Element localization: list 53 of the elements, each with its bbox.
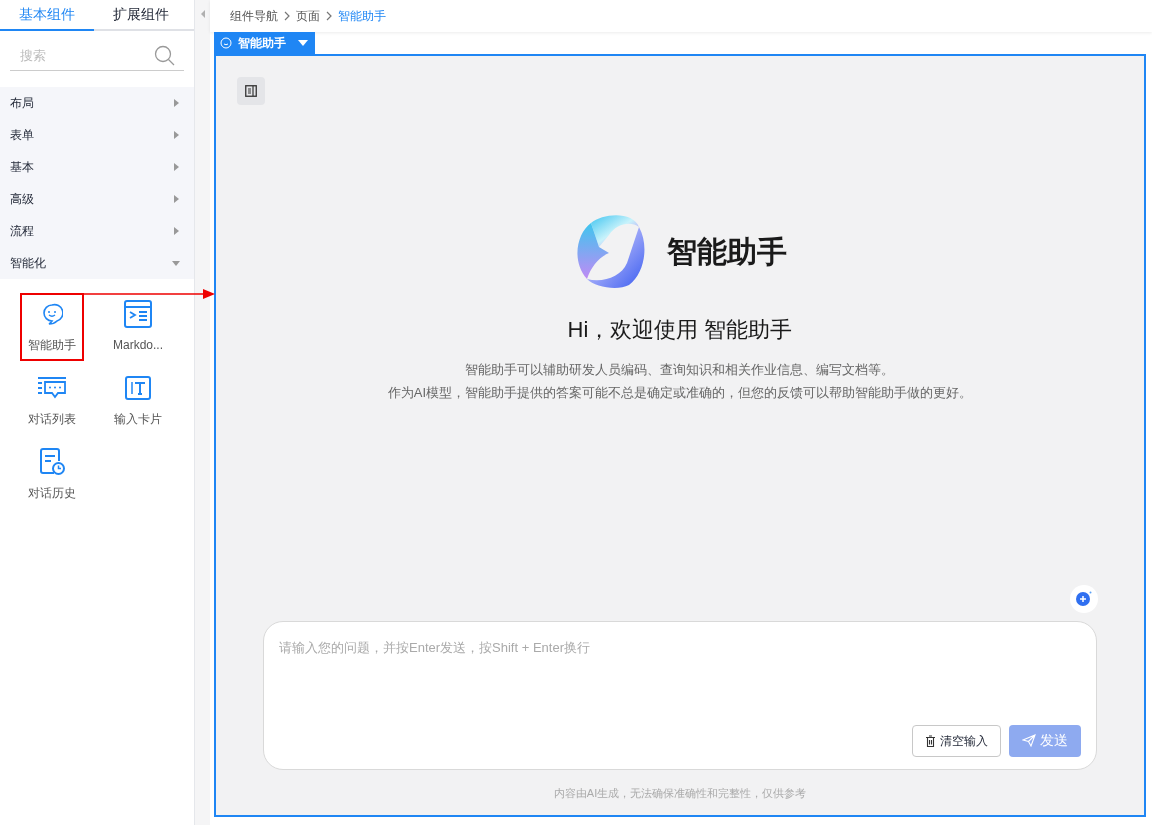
chevron-icon: [326, 11, 332, 21]
component-label: 对话列表: [28, 411, 76, 428]
component-item[interactable]: 智能助手: [20, 293, 84, 361]
component-label: 输入卡片: [114, 411, 162, 428]
category-label: 表单: [10, 127, 34, 144]
category-item[interactable]: 智能化: [0, 247, 194, 279]
category-item[interactable]: 表单: [0, 119, 194, 151]
breadcrumb-link[interactable]: 智能助手: [338, 7, 386, 25]
search-input[interactable]: 搜索: [10, 45, 154, 66]
assistant-title: 智能助手: [667, 233, 787, 270]
category-item[interactable]: 流程: [0, 215, 194, 247]
component-tag[interactable]: 智能助手: [214, 32, 315, 54]
document-clock-icon: [39, 448, 65, 476]
send-icon: [1022, 734, 1036, 747]
component-item[interactable]: 对话历史: [20, 441, 84, 509]
greeting-heading: Hi，欢迎使用 智能助手: [567, 316, 793, 344]
plus-chat-icon: [1075, 589, 1093, 608]
tab[interactable]: 扩展组件: [94, 0, 188, 29]
description-text: 智能助手可以辅助研发人员编码、查询知识和相关作业信息、编写文档等。: [465, 361, 895, 379]
category-item[interactable]: 高级: [0, 183, 194, 215]
component-item[interactable]: 对话列表: [20, 367, 84, 435]
chevron-icon: [284, 11, 290, 21]
markdown-window-icon: [124, 300, 152, 328]
clear-button[interactable]: 清空输入: [912, 724, 1001, 757]
tab[interactable]: 基本组件: [0, 0, 94, 31]
category-label: 智能化: [10, 255, 46, 272]
component-item[interactable]: 输入卡片: [106, 367, 170, 435]
component-label: 智能助手: [28, 337, 76, 354]
description-text: 作为AI模型，智能助手提供的答案可能不总是确定或准确的，但您的反馈可以帮助智能助手做的更好。: [387, 383, 973, 402]
new-chat-button[interactable]: [1070, 584, 1098, 613]
category-label: 流程: [10, 223, 34, 240]
chat-list-icon: [38, 376, 66, 400]
category-label: 基本: [10, 159, 34, 176]
trash-icon: [925, 734, 936, 747]
search-icon: [154, 44, 176, 67]
disclaimer-text: 内容由AI生成，无法确保准确性和完整性，仅供参考: [552, 785, 808, 801]
search-field[interactable]: 搜索: [10, 41, 184, 71]
chat-bubble-icon: [41, 303, 63, 325]
caret-icon: [200, 10, 205, 18]
breadcrumb-link[interactable]: 页面: [296, 7, 320, 25]
breadcrumb-link[interactable]: 组件导航: [230, 7, 278, 25]
sidebar-toggle-icon[interactable]: [237, 77, 265, 105]
component-item[interactable]: Markdo...: [106, 293, 170, 361]
smiley-icon: [220, 37, 232, 49]
text-input-icon: [125, 376, 151, 400]
category-item[interactable]: 基本: [0, 151, 194, 183]
category-label: 布局: [10, 95, 34, 112]
category-item[interactable]: 布局: [0, 87, 194, 119]
caret-icon: [298, 40, 308, 46]
component-label: 对话历史: [28, 485, 76, 502]
component-label: Markdo...: [113, 337, 163, 354]
question-input[interactable]: 请输入您的问题，并按Enter发送，按Shift + Enter换行: [279, 637, 1081, 725]
category-label: 高级: [10, 191, 34, 208]
